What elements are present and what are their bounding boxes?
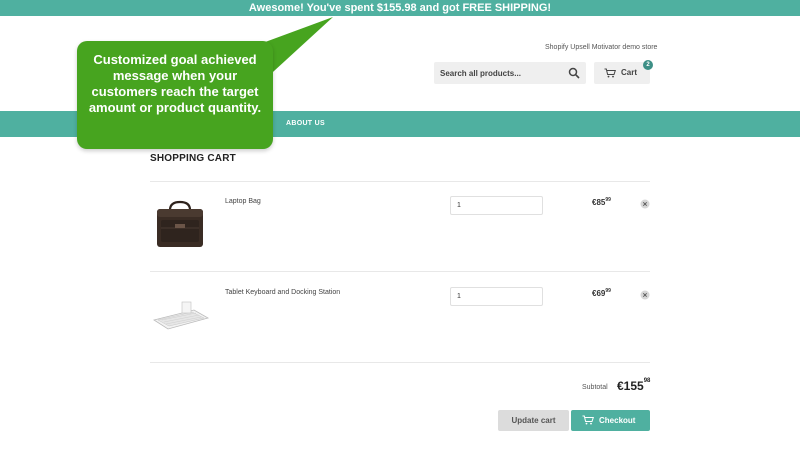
divider <box>150 181 650 182</box>
update-cart-button[interactable]: Update cart <box>498 410 569 431</box>
free-shipping-banner: Awesome! You've spent $155.98 and got FR… <box>0 0 800 16</box>
price-main: €85 <box>592 198 606 207</box>
search-box[interactable] <box>434 62 586 84</box>
item-name[interactable]: Laptop Bag <box>225 198 261 205</box>
quantity-input[interactable] <box>450 287 543 306</box>
page-title: SHOPPING CART <box>150 153 236 164</box>
price-cents: 99 <box>605 288 611 294</box>
laptop-bag-image[interactable] <box>153 198 207 252</box>
cart-count-badge: 2 <box>643 60 653 70</box>
divider <box>150 271 650 272</box>
item-name[interactable]: Tablet Keyboard and Docking Station <box>225 289 340 296</box>
item-price: €8599 <box>592 197 611 207</box>
close-icon[interactable] <box>640 199 650 209</box>
cart-label: Cart <box>621 68 638 77</box>
keyboard-dock-image[interactable] <box>150 296 210 332</box>
subtotal-amount: €15598 <box>617 378 651 393</box>
search-input[interactable] <box>434 62 564 84</box>
close-icon[interactable] <box>640 290 650 300</box>
cart-button[interactable]: Cart <box>594 62 650 84</box>
item-price: €6999 <box>592 288 611 298</box>
cart-icon <box>604 68 616 78</box>
price-main: €69 <box>592 289 606 298</box>
callout-text: Customized goal achieved message when yo… <box>88 52 262 115</box>
search-icon[interactable] <box>568 67 580 79</box>
price-cents: 99 <box>605 197 611 203</box>
store-name: Shopify Upsell Motivator demo store <box>545 44 658 51</box>
checkout-label: Checkout <box>599 416 636 425</box>
subtotal-cents: 98 <box>643 378 651 384</box>
subtotal-main: €155 <box>617 379 644 393</box>
callout-bubble: Customized goal achieved message when yo… <box>77 41 273 149</box>
cart-icon <box>582 415 594 425</box>
nav-item-about-us[interactable]: ABOUT US <box>286 111 325 137</box>
quantity-input[interactable] <box>450 196 543 215</box>
checkout-button[interactable]: Checkout <box>571 410 650 431</box>
divider <box>150 362 650 363</box>
subtotal-label: Subtotal <box>582 384 608 391</box>
